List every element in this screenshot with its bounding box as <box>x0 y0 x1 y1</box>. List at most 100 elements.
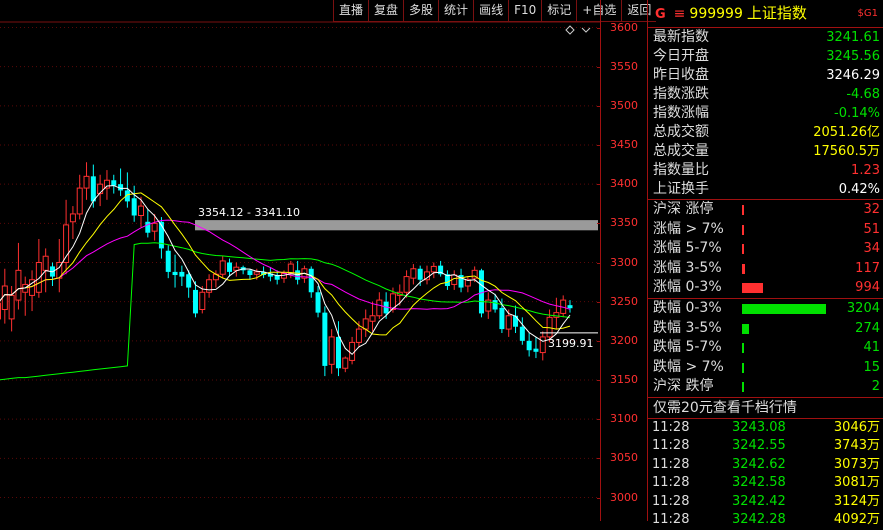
price-tick-label: 3250 <box>610 294 638 308</box>
toolbar-button[interactable]: 标记 <box>541 0 577 22</box>
candle-body <box>369 315 376 322</box>
distribution-count: 34 <box>863 241 880 257</box>
menu-icon[interactable]: ≡ <box>674 6 686 22</box>
quote-row: 指数量比 1.23 <box>648 161 883 180</box>
toolbar-button[interactable]: 直播 <box>333 0 369 22</box>
quote-list: 最新指数 3241.61 今日开盘 3245.56 昨日收盘 3246.29 指数涨跌 -4.… <box>648 28 883 199</box>
tick-time: 11:28 <box>652 512 690 528</box>
candle-body <box>492 300 498 310</box>
candle-body <box>103 179 110 189</box>
tick-price: 3242.55 <box>732 438 786 454</box>
quote-row: 总成交额 2051.26亿 <box>648 123 883 142</box>
distribution-bar <box>742 244 744 255</box>
tick-volume: 3073万 <box>833 456 880 472</box>
ma20-line <box>0 219 571 310</box>
distribution-row: 涨幅 > 7% 51 <box>648 220 883 240</box>
stock-header[interactable]: G ≡ 999999 上证指数 $G1 <box>648 0 883 28</box>
quote-label: 今日开盘 <box>653 48 709 64</box>
candle-body <box>342 357 349 369</box>
quote-value: 3245.56 <box>826 49 880 64</box>
candle-body <box>131 198 137 216</box>
candle-body <box>403 276 410 293</box>
promo-banner[interactable]: 仅需20元查看千档行情 <box>648 396 883 419</box>
distribution-count: 2 <box>871 379 880 395</box>
ma60-line <box>0 242 571 381</box>
candle-body <box>247 270 253 276</box>
distribution-label: 跌幅 0-3% <box>653 299 722 316</box>
quote-panel: G ≡ 999999 上证指数 $G1 最新指数 3241.61 今日开盘 3245.56 昨日… <box>647 0 883 527</box>
tick-price: 3242.62 <box>732 456 786 472</box>
quote-label: 最新指数 <box>653 29 709 45</box>
toolbar-button[interactable]: F10 <box>508 0 542 22</box>
quote-row: 上证换手 0.42% <box>648 180 883 199</box>
distribution-count: 15 <box>863 359 880 375</box>
price-tick-mark <box>597 66 601 68</box>
candle-body <box>505 315 512 330</box>
price-tick-mark <box>597 301 601 303</box>
toolbar-button[interactable]: 画线 <box>473 0 509 22</box>
distribution-count: 3204 <box>846 300 880 316</box>
chevron-down-icon <box>581 27 591 33</box>
price-axis: 3000 3050 3100 3150 3200 3250 3300 3350 3400 3450… <box>597 0 647 521</box>
price-tick-label: 3450 <box>610 138 638 151</box>
stock-code: 999999 <box>689 6 743 22</box>
distribution-count: 274 <box>855 320 880 336</box>
distribution-count: 51 <box>863 221 880 237</box>
price-tick-label: 3300 <box>610 255 638 269</box>
toolbar-button[interactable]: 多股 <box>403 0 439 22</box>
price-tick-mark <box>597 380 601 381</box>
candle-body <box>8 294 15 320</box>
candle-body <box>145 221 151 233</box>
candle-body <box>90 176 96 202</box>
price-tick-label: 3100 <box>610 412 638 426</box>
price-tick-mark <box>597 458 601 460</box>
candle-body <box>172 271 178 276</box>
candle-body <box>83 175 90 189</box>
candle-body <box>430 265 437 273</box>
distribution-label: 跌幅 5-7% <box>653 339 722 356</box>
quote-row: 指数涨跌 -4.68 <box>648 85 883 104</box>
candle-body <box>322 312 328 366</box>
candle-body <box>199 291 206 310</box>
candle-body <box>69 213 76 223</box>
quote-value: 3241.61 <box>826 30 880 45</box>
toolbar-button[interactable]: 复盘 <box>368 0 404 22</box>
distribution-row: 涨幅 5-7% 34 <box>648 239 883 259</box>
candle-body <box>35 262 42 293</box>
kline-svg[interactable]: 3354.12 - 3341.10 3199.91 <box>0 0 600 521</box>
tick-time: 11:28 <box>652 419 690 435</box>
candle-body <box>376 299 383 317</box>
quote-value: 1.23 <box>851 163 880 178</box>
candle-body <box>567 305 573 309</box>
candle-body <box>111 180 117 186</box>
distribution-label: 跌幅 > 7% <box>653 358 724 375</box>
distribution-row: 沪深 涨停 32 <box>648 200 883 220</box>
distribution-label: 涨幅 0-3% <box>653 279 722 296</box>
candle-body <box>328 336 335 365</box>
tick-time: 11:28 <box>652 456 690 472</box>
kline-chart[interactable]: 3354.12 - 3341.10 3199.91 <box>0 0 600 521</box>
quote-value: 2051.26亿 <box>813 125 880 140</box>
quote-label: 指数涨幅 <box>653 105 709 121</box>
candle-body <box>151 222 158 232</box>
distribution-label: 涨幅 > 7% <box>653 220 724 237</box>
candle-body <box>410 268 417 279</box>
candle-body <box>1 285 8 310</box>
price-tick-label: 3600 <box>610 20 638 34</box>
candle-body <box>308 268 314 293</box>
candle-body <box>417 268 423 280</box>
distribution-label: 涨幅 3-5% <box>653 259 722 276</box>
tick-row: 11:28 3242.62 3073万 <box>648 456 883 475</box>
price-tick-label: 3050 <box>610 451 638 465</box>
group-tag[interactable]: $G1 <box>858 0 878 27</box>
quote-label: 上证换手 <box>653 181 709 197</box>
toolbar-button[interactable]: 统计 <box>438 0 474 22</box>
distribution-bar <box>742 283 763 294</box>
quote-row: 今日开盘 3245.56 <box>648 47 883 66</box>
candle-body <box>227 262 233 272</box>
candle-body <box>0 302 1 320</box>
tick-volume: 3046万 <box>833 419 880 435</box>
price-band <box>195 220 598 231</box>
distribution-label: 沪深 涨停 <box>653 201 714 217</box>
price-tick-label: 3350 <box>610 216 638 230</box>
